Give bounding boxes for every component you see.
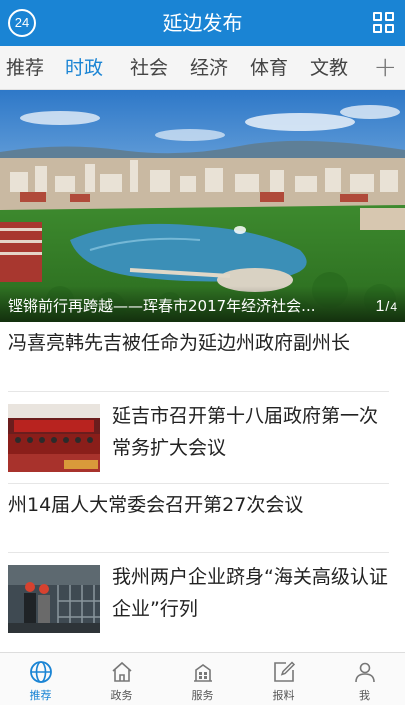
app-header: 24 延边发布 — [0, 0, 405, 46]
tab-politics[interactable]: 时政 — [65, 46, 103, 90]
user-icon — [355, 662, 375, 683]
news-thumbnail-factory[interactable] — [8, 565, 100, 633]
news-item-title[interactable]: 冯喜亮韩先吉被任命为延边州政府副州长 — [8, 328, 350, 358]
category-tabs: 推荐 时政 社会 经济 体育 文教 + — [0, 46, 405, 90]
edit-icon — [274, 661, 296, 682]
news-thumbnail-meeting[interactable] — [8, 404, 100, 472]
nav-government[interactable]: 政务 — [81, 653, 162, 705]
news-divider — [8, 552, 389, 553]
banner-page-separator: / — [385, 298, 390, 314]
nav-label: 报料 — [272, 689, 295, 702]
banner-page-current: 1 — [375, 298, 385, 315]
news-item-title[interactable]: 我州两户企业跻身“海关高级认证企业”行列 — [112, 561, 392, 625]
globe-icon — [30, 661, 52, 683]
news-item-title[interactable]: 延吉市召开第十八届政府第一次常务扩大会议 — [112, 400, 392, 464]
banner-caption[interactable]: 铿锵前行再跨越——珲春市2017年经济社会... — [8, 295, 353, 316]
building-icon — [194, 664, 212, 682]
tab-society[interactable]: 社会 — [130, 46, 168, 90]
news-divider — [8, 391, 389, 392]
nav-services[interactable]: 服务 — [162, 653, 243, 705]
news-item-title[interactable]: 州14届人大常委会召开第27次会议 — [8, 490, 303, 520]
banner-page-indicator: 1/4 — [376, 298, 397, 316]
tab-sports[interactable]: 体育 — [250, 46, 288, 90]
nav-report[interactable]: 报料 — [243, 653, 324, 705]
nav-recommend[interactable]: 推荐 — [0, 653, 81, 705]
tab-economy[interactable]: 经济 — [190, 46, 228, 90]
app-title: 延边发布 — [162, 11, 243, 35]
banner-carousel[interactable]: 铿锵前行再跨越——珲春市2017年经济社会... 1/4 — [0, 90, 405, 322]
nav-me[interactable]: 我 — [324, 653, 405, 705]
news-divider — [8, 483, 389, 484]
banner-page-total: 4 — [390, 300, 397, 314]
nav-label: 推荐 — [29, 689, 52, 702]
nav-label: 政务 — [110, 689, 133, 702]
grid-menu-icon[interactable] — [373, 12, 395, 34]
nav-label: 我 — [359, 689, 370, 702]
tab-recommend[interactable]: 推荐 — [6, 46, 44, 90]
add-tab-icon[interactable]: + — [374, 46, 397, 90]
nav-label: 服务 — [191, 689, 214, 702]
tab-culture-education[interactable]: 文教 — [310, 46, 348, 90]
bottom-navigation: 推荐 政务 服务 报料 我 — [0, 652, 405, 705]
home-icon — [112, 661, 132, 682]
